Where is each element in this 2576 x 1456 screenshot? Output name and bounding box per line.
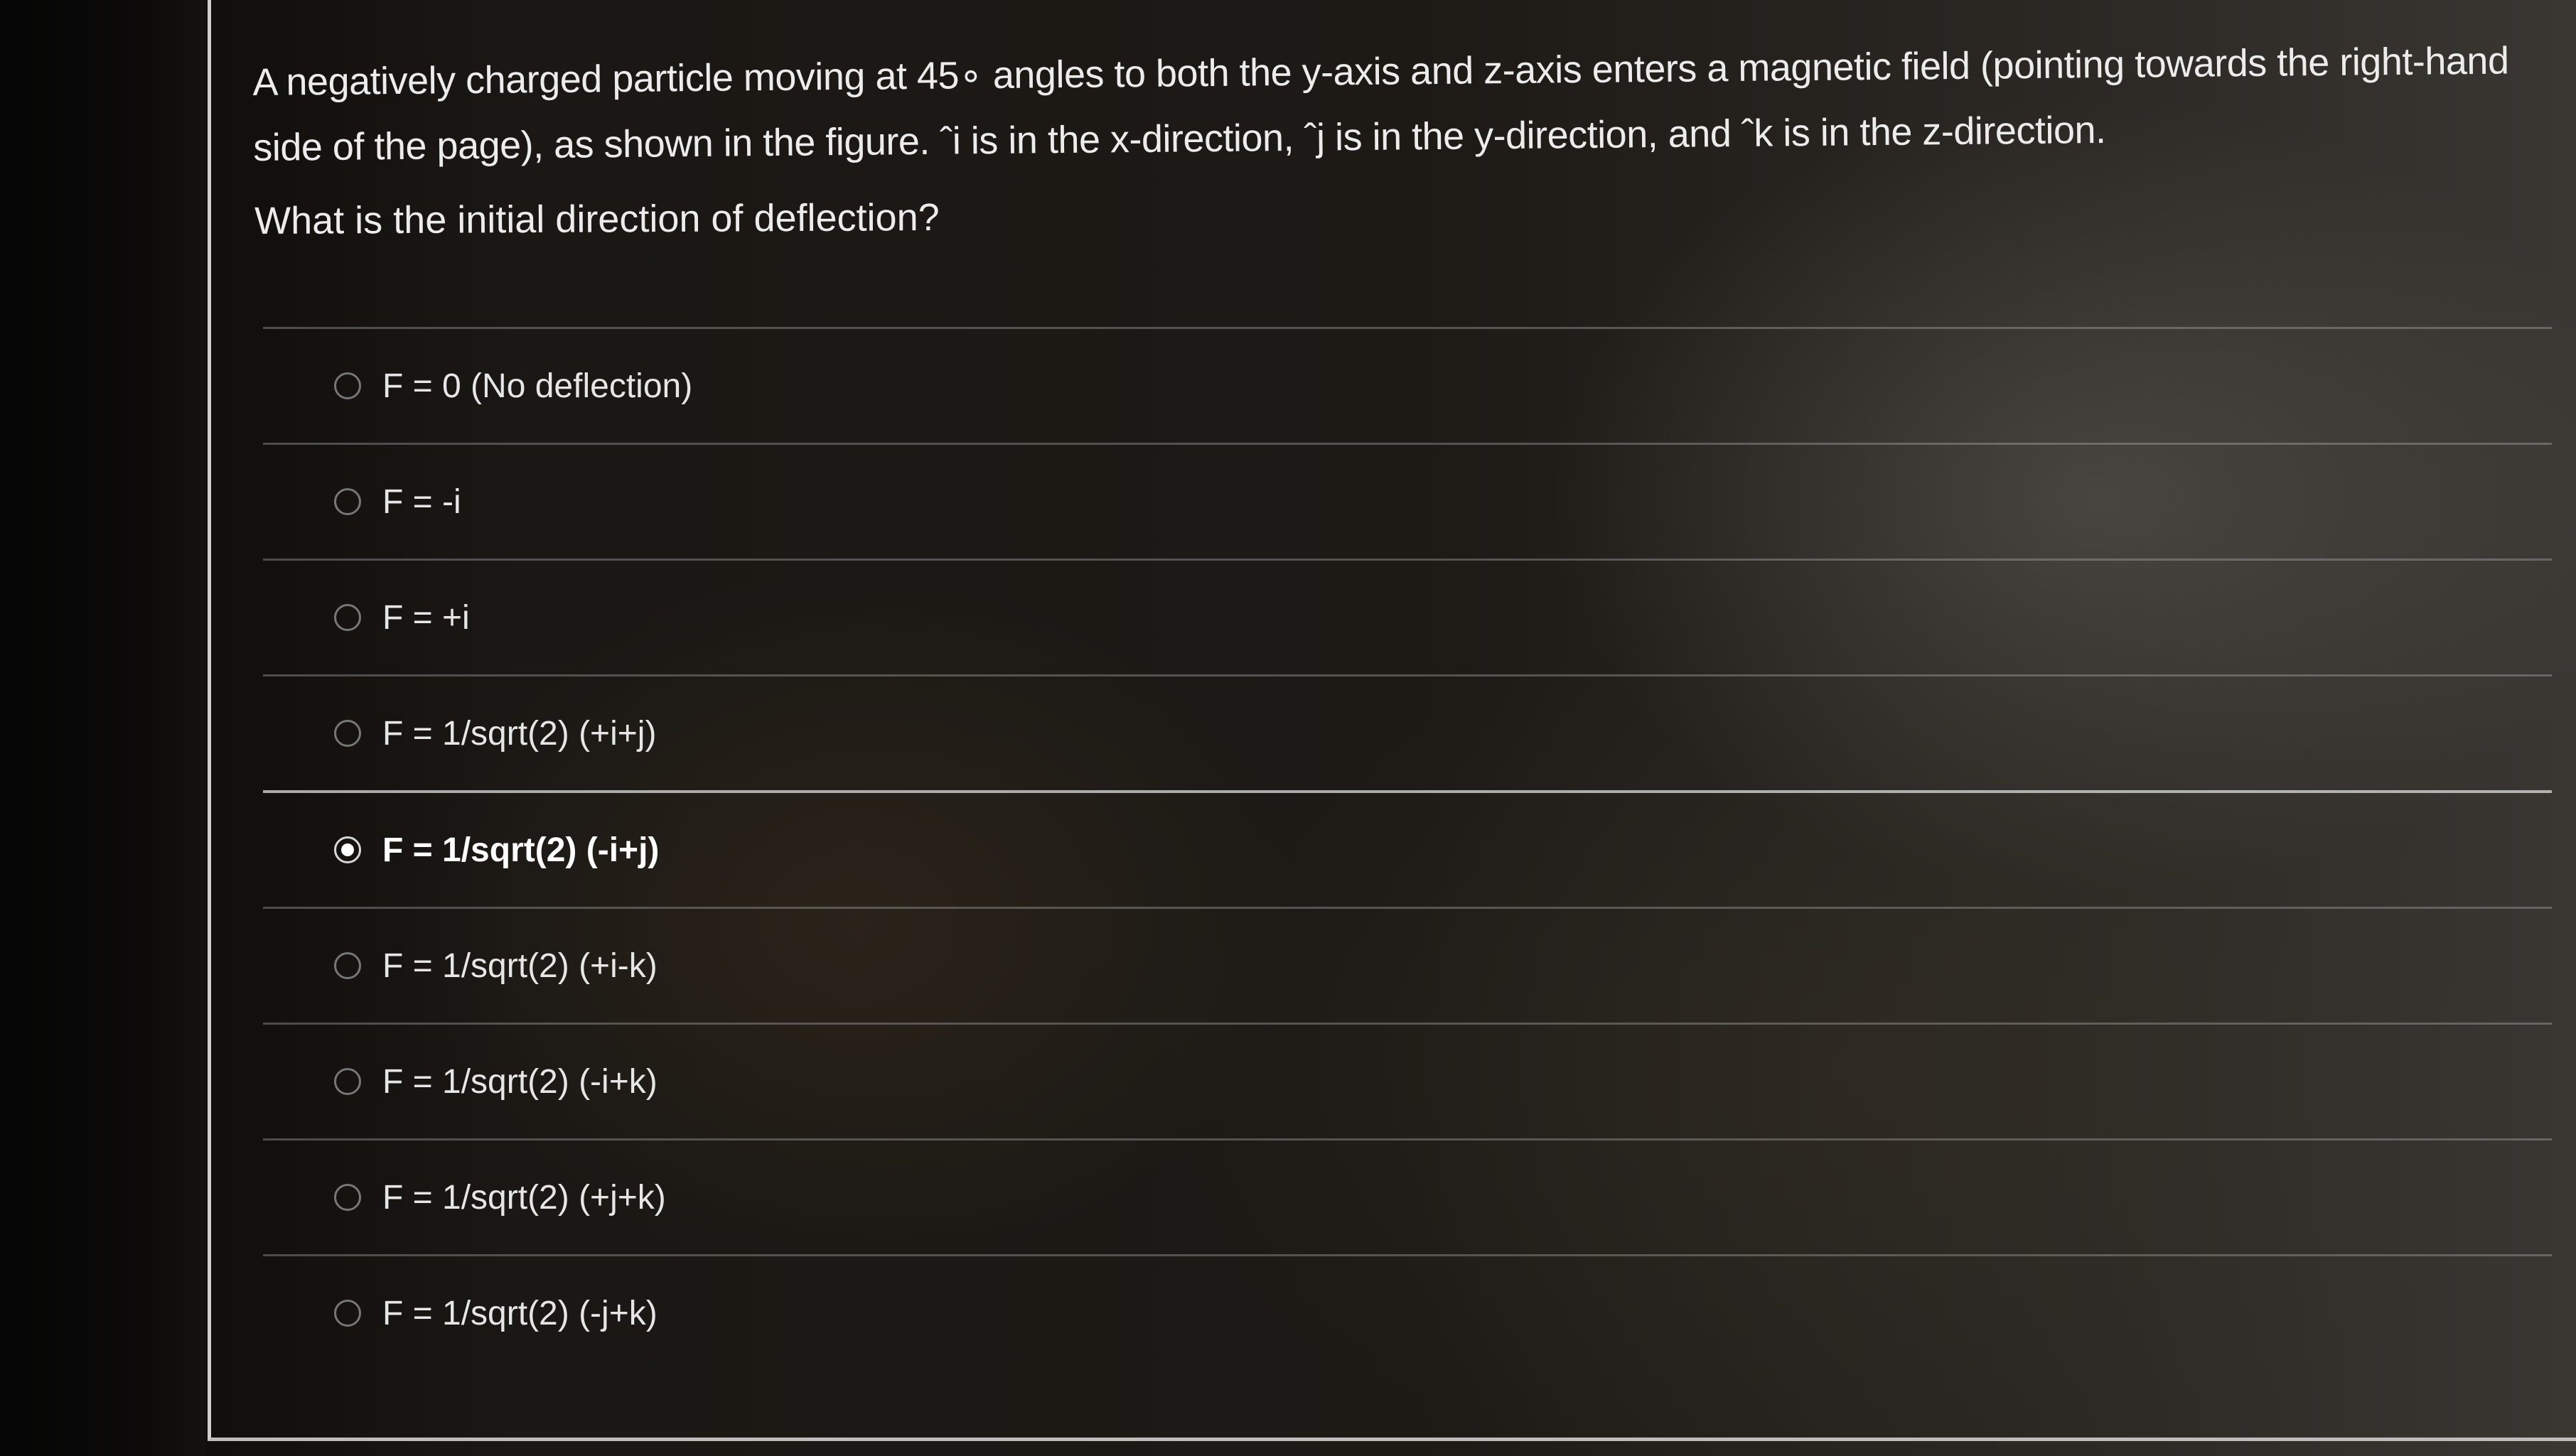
- option-label: F = 0 (No deflection): [382, 367, 693, 405]
- radio-button[interactable]: [334, 1300, 361, 1327]
- monitor-bezel: [0, 0, 206, 1456]
- radio-button-selected[interactable]: [334, 836, 361, 863]
- option-label: F = 1/sqrt(2) (+i-k): [382, 947, 658, 985]
- option-label: F = 1/sqrt(2) (-j+k): [382, 1294, 658, 1332]
- option-minus-i-plus-j[interactable]: F = 1/sqrt(2) (-i+j): [263, 793, 2552, 907]
- question-text: A negatively charged particle moving at …: [252, 39, 2509, 169]
- radio-button[interactable]: [334, 1068, 361, 1095]
- radio-button[interactable]: [334, 952, 361, 979]
- option-plus-i-plus-j[interactable]: F = 1/sqrt(2) (+i+j): [263, 676, 2552, 790]
- option-plus-j-plus-k[interactable]: F = 1/sqrt(2) (+j+k): [263, 1140, 2552, 1254]
- answer-options: F = 0 (No deflection) F = -i F = +i F = …: [263, 327, 2552, 1370]
- option-label: F = +i: [382, 598, 470, 637]
- option-minus-i-plus-k[interactable]: F = 1/sqrt(2) (-i+k): [263, 1025, 2552, 1138]
- option-minus-j-plus-k[interactable]: F = 1/sqrt(2) (-j+k): [263, 1256, 2552, 1370]
- radio-button[interactable]: [334, 372, 361, 399]
- option-minus-i[interactable]: F = -i: [263, 445, 2552, 559]
- option-no-deflection[interactable]: F = 0 (No deflection): [263, 329, 2552, 443]
- radio-button[interactable]: [334, 1184, 361, 1211]
- radio-button[interactable]: [334, 604, 361, 631]
- option-label: F = -i: [382, 482, 461, 521]
- question-prompt: What is the initial direction of deflect…: [254, 195, 940, 242]
- option-label: F = 1/sqrt(2) (-i+k): [382, 1062, 658, 1101]
- option-plus-i-minus-k[interactable]: F = 1/sqrt(2) (+i-k): [263, 909, 2552, 1023]
- radio-button[interactable]: [334, 720, 361, 747]
- option-plus-i[interactable]: F = +i: [263, 561, 2552, 674]
- radio-button[interactable]: [334, 488, 361, 515]
- option-label: F = 1/sqrt(2) (+j+k): [382, 1178, 666, 1217]
- option-label: F = 1/sqrt(2) (+i+j): [382, 714, 657, 753]
- option-label: F = 1/sqrt(2) (-i+j): [382, 831, 660, 869]
